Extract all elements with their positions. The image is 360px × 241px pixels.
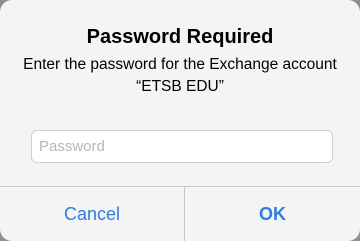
alert-message: Enter the password for the Exchange acco… <box>23 56 337 95</box>
ok-button[interactable]: OK <box>185 187 360 241</box>
password-input[interactable] <box>31 130 333 163</box>
alert-title: Password Required <box>86 26 274 48</box>
cancel-button[interactable]: Cancel <box>0 187 184 241</box>
password-alert-dialog: Password Required Enter the password for… <box>0 0 360 241</box>
